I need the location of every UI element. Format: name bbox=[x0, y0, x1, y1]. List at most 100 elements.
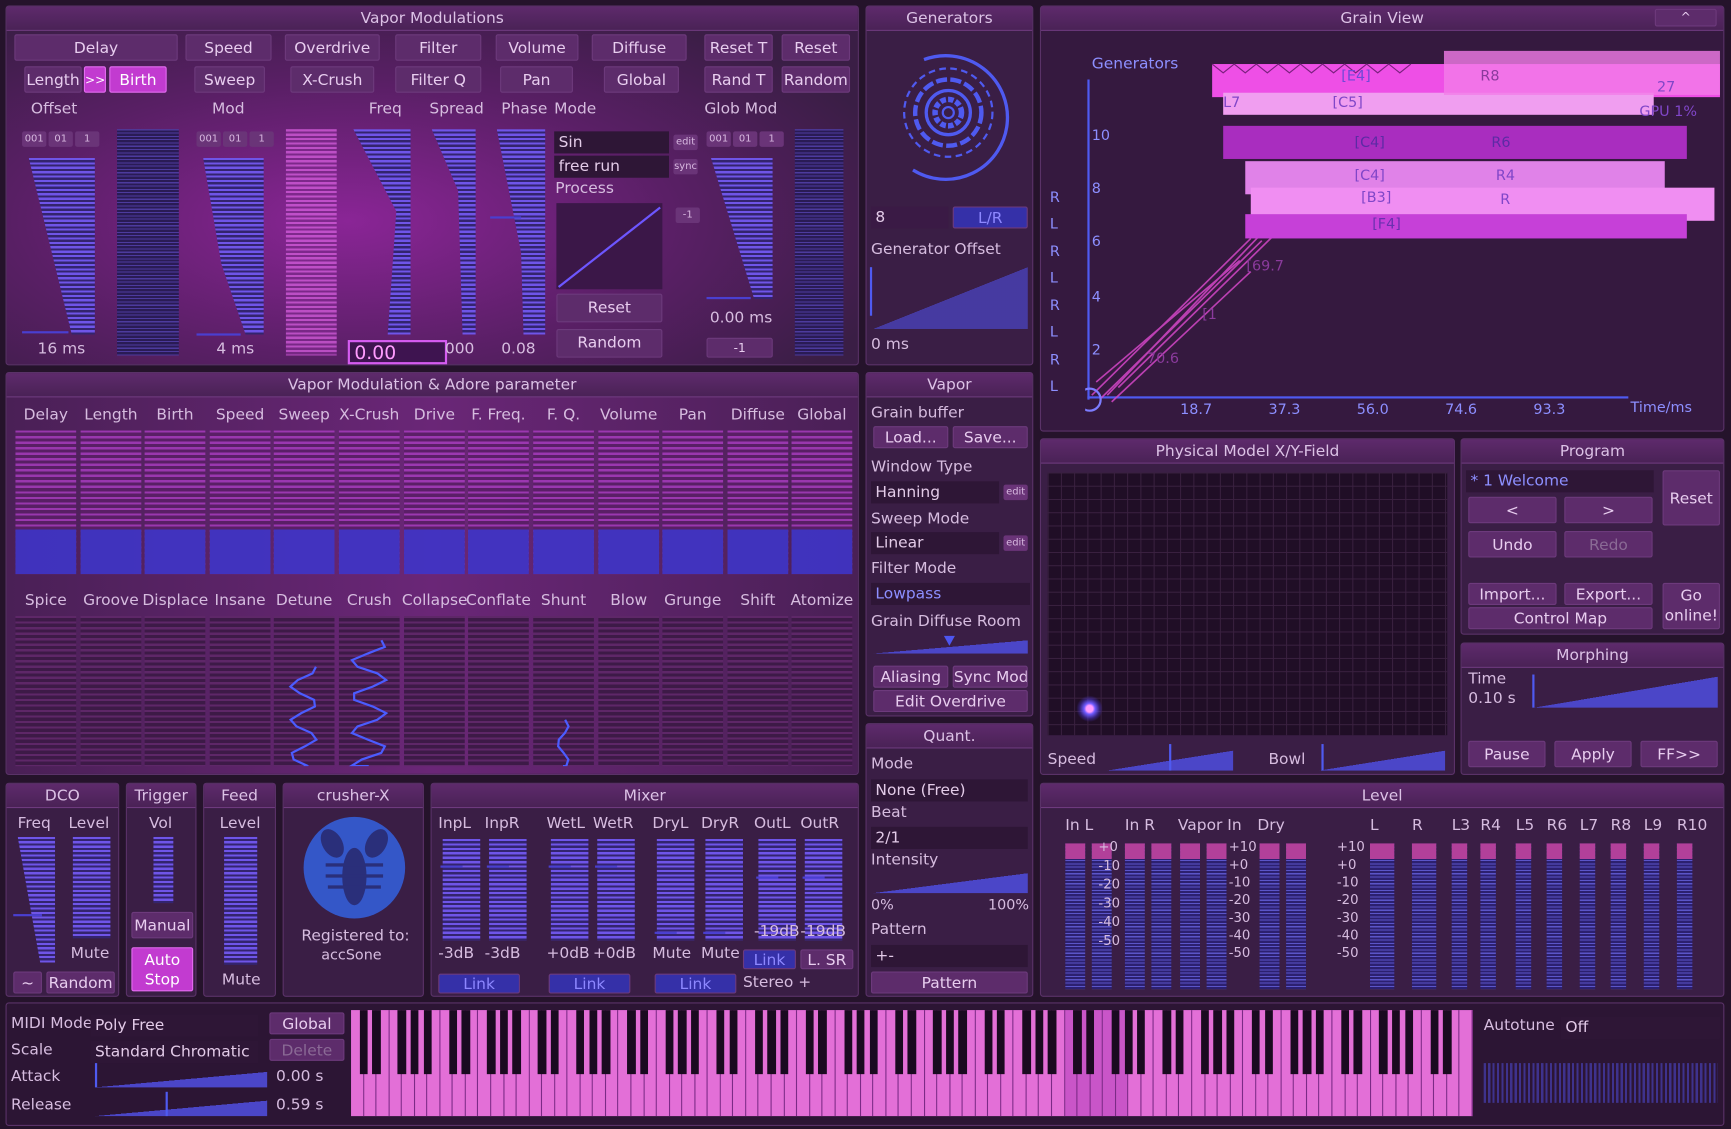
piano-black-key[interactable] bbox=[958, 1010, 967, 1074]
mod-slider[interactable] bbox=[203, 157, 264, 335]
piano-black-key[interactable] bbox=[589, 1010, 598, 1074]
mixer-fader[interactable] bbox=[489, 839, 527, 941]
midi-mode-select[interactable]: Poly Free bbox=[90, 1014, 259, 1037]
mixer-fader-handle[interactable] bbox=[440, 865, 463, 868]
mod-slider-handle[interactable] bbox=[196, 333, 241, 336]
xy-pad[interactable] bbox=[1047, 472, 1448, 736]
filter-mode-select[interactable]: Lowpass bbox=[871, 582, 1030, 605]
attack-slider[interactable] bbox=[94, 1071, 268, 1088]
speed-button[interactable]: Speed bbox=[185, 34, 272, 61]
glob-range-1[interactable]: 1 bbox=[759, 131, 784, 147]
offset-slider-handle[interactable] bbox=[22, 331, 69, 334]
offset-range-001[interactable]: 001 bbox=[22, 131, 47, 147]
piano-black-key[interactable] bbox=[1353, 1010, 1363, 1074]
vmap-slider[interactable] bbox=[791, 616, 853, 767]
collapse-button[interactable]: ^ bbox=[1654, 8, 1717, 27]
piano-black-key[interactable] bbox=[1443, 1010, 1452, 1074]
filter-button[interactable]: Filter bbox=[395, 34, 482, 61]
filter-q-button[interactable]: Filter Q bbox=[395, 66, 482, 93]
load-button[interactable]: Load... bbox=[873, 426, 949, 449]
piano-black-key[interactable] bbox=[550, 1010, 560, 1074]
mode-select[interactable]: Sin bbox=[554, 131, 669, 154]
dry-link-button[interactable]: Link bbox=[654, 973, 737, 994]
piano-black-key[interactable] bbox=[1035, 1010, 1044, 1074]
mixer-fader-handle[interactable] bbox=[486, 865, 509, 868]
piano-black-key[interactable] bbox=[1073, 1010, 1082, 1074]
piano-black-key[interactable] bbox=[1302, 1010, 1312, 1074]
vmap-slider[interactable] bbox=[662, 430, 724, 575]
delete-button[interactable]: Delete bbox=[269, 1038, 345, 1061]
import-button[interactable]: Import... bbox=[1468, 582, 1557, 605]
piano-black-key[interactable] bbox=[678, 1010, 687, 1074]
piano-black-key[interactable] bbox=[933, 1010, 942, 1074]
glob-range-01[interactable]: 01 bbox=[733, 131, 758, 147]
piano-black-key[interactable] bbox=[1226, 1010, 1235, 1074]
global-midi-button[interactable]: Global bbox=[269, 1012, 345, 1035]
piano-black-key[interactable] bbox=[856, 1010, 865, 1074]
reset-t-button[interactable]: Reset T bbox=[704, 34, 773, 61]
piano-black-key[interactable] bbox=[1022, 1010, 1031, 1074]
dco-level-slider[interactable] bbox=[72, 836, 111, 939]
diffuse-room-handle[interactable] bbox=[943, 635, 955, 646]
sync-button[interactable]: sync bbox=[673, 158, 698, 175]
piano-black-key[interactable] bbox=[754, 1010, 763, 1074]
vmap-slider[interactable] bbox=[209, 616, 271, 767]
program-select[interactable]: * 1 Welcome bbox=[1466, 470, 1654, 493]
piano-black-key[interactable] bbox=[1162, 1010, 1171, 1074]
dco-tilde-button[interactable]: ~ bbox=[13, 971, 42, 994]
glob-mod-minus-button[interactable]: -1 bbox=[706, 337, 773, 358]
birth-button[interactable]: Birth bbox=[109, 66, 167, 93]
window-type-select[interactable]: Hanning bbox=[871, 481, 1000, 504]
mod-range-001[interactable]: 001 bbox=[196, 131, 221, 147]
vmap-slider[interactable] bbox=[144, 616, 206, 767]
window-edit-button[interactable]: edit bbox=[1003, 484, 1028, 501]
x-crush-button[interactable]: X-Crush bbox=[290, 66, 375, 93]
delay-button[interactable]: Delay bbox=[14, 34, 178, 61]
program-next-button[interactable]: > bbox=[1564, 496, 1653, 524]
mixer-fader-handle[interactable] bbox=[703, 931, 726, 934]
scale-select[interactable]: Standard Chromatic bbox=[90, 1041, 259, 1064]
piano-white-key[interactable] bbox=[1459, 1010, 1473, 1117]
manual-button[interactable]: Manual bbox=[131, 911, 194, 939]
morph-time-handle[interactable] bbox=[1532, 674, 1535, 708]
program-prev-button[interactable]: < bbox=[1468, 496, 1557, 524]
piano-black-key[interactable] bbox=[538, 1010, 547, 1074]
piano-black-key[interactable] bbox=[487, 1010, 496, 1074]
generator-count[interactable]: 8 bbox=[871, 206, 949, 229]
sweep-button[interactable]: Sweep bbox=[194, 66, 265, 93]
redo-button[interactable]: Redo bbox=[1564, 530, 1653, 558]
dco-freq-handle[interactable] bbox=[13, 914, 42, 917]
mixer-fader[interactable] bbox=[442, 839, 481, 941]
length-button[interactable]: Length bbox=[24, 66, 82, 93]
piano-black-key[interactable] bbox=[767, 1010, 776, 1074]
vmap-slider[interactable] bbox=[727, 430, 789, 575]
generator-offset-slider[interactable] bbox=[873, 267, 1028, 329]
piano-black-key[interactable] bbox=[1124, 1010, 1133, 1074]
vmap-slider[interactable] bbox=[598, 430, 660, 575]
vmap-slider[interactable] bbox=[404, 616, 465, 767]
piano-keyboard[interactable] bbox=[351, 1010, 1473, 1117]
offset-slider[interactable] bbox=[28, 157, 95, 335]
piano-black-key[interactable] bbox=[1392, 1010, 1401, 1074]
speed-handle[interactable] bbox=[1169, 744, 1172, 771]
piano-black-key[interactable] bbox=[372, 1010, 381, 1074]
save-button[interactable]: Save... bbox=[952, 426, 1028, 449]
mod-range-01[interactable]: 01 bbox=[222, 131, 248, 147]
release-handle[interactable] bbox=[165, 1091, 168, 1117]
piano-black-key[interactable] bbox=[601, 1010, 611, 1074]
mixer-fader[interactable] bbox=[597, 839, 635, 941]
piano-black-key[interactable] bbox=[691, 1010, 700, 1074]
piano-black-key[interactable] bbox=[1137, 1010, 1146, 1074]
generators-dial-icon[interactable] bbox=[880, 40, 1024, 195]
random-button[interactable]: Random bbox=[781, 66, 851, 93]
release-slider[interactable] bbox=[94, 1100, 268, 1117]
piano-black-key[interactable] bbox=[1290, 1010, 1299, 1074]
piano-black-key[interactable] bbox=[869, 1010, 878, 1074]
mod-range-1[interactable]: 1 bbox=[249, 131, 274, 147]
diffuse-button[interactable]: Diffuse bbox=[591, 34, 687, 61]
piano-black-key[interactable] bbox=[461, 1010, 470, 1074]
sync-mod-button[interactable]: Sync Mod bbox=[952, 665, 1028, 688]
vmap-slider[interactable] bbox=[404, 430, 465, 575]
export-button[interactable]: Export... bbox=[1564, 582, 1653, 605]
glob-range-001[interactable]: 001 bbox=[706, 131, 731, 147]
